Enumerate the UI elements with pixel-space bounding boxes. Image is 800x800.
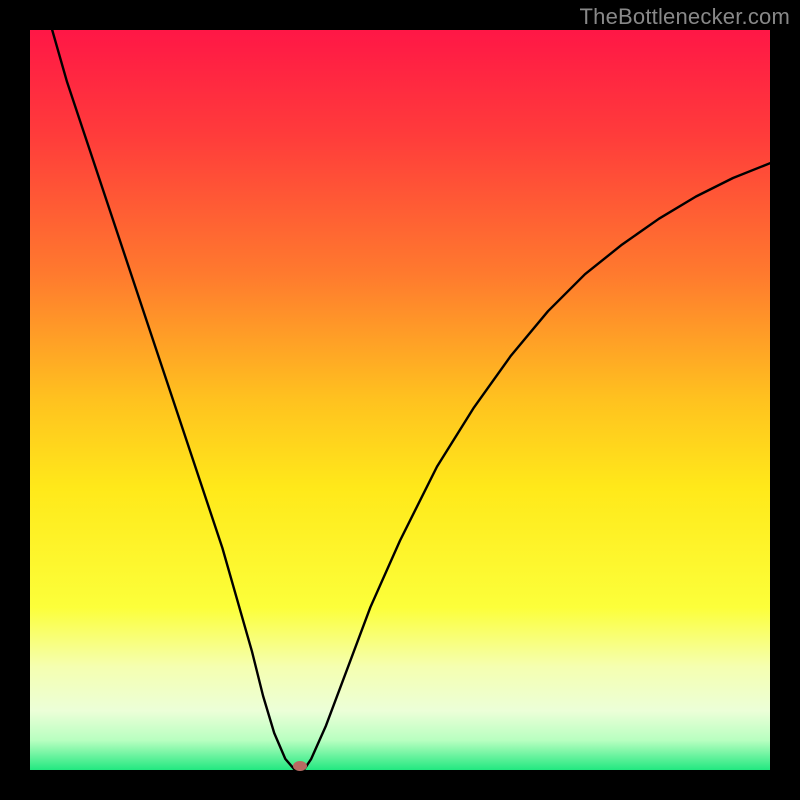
bottleneck-chart bbox=[30, 30, 770, 770]
optimal-point-marker bbox=[293, 761, 307, 771]
gradient-background bbox=[30, 30, 770, 770]
chart-frame: TheBottlenecker.com bbox=[0, 0, 800, 800]
watermark-text: TheBottlenecker.com bbox=[580, 4, 790, 30]
